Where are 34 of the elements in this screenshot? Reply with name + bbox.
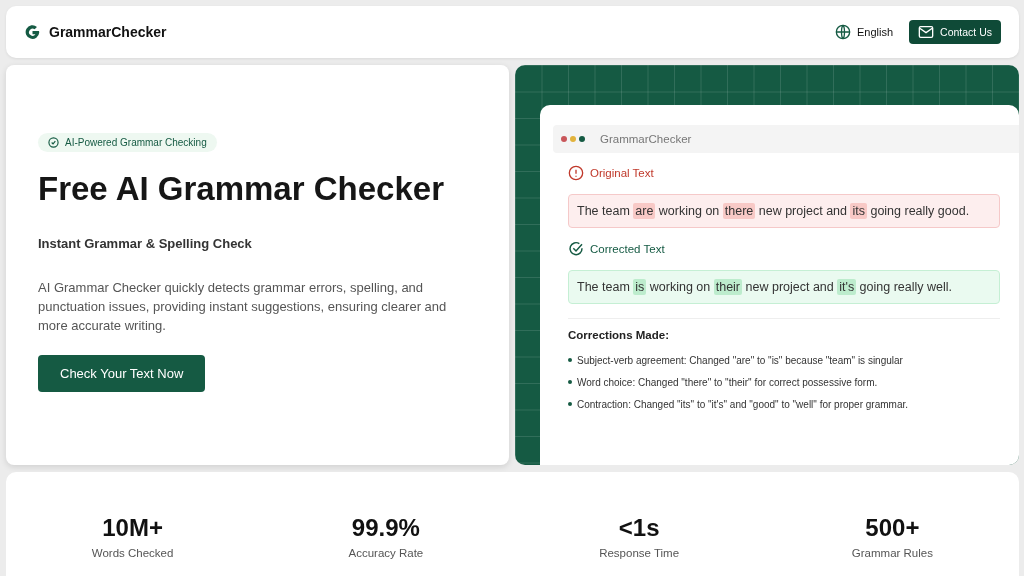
logo-icon xyxy=(24,23,41,41)
contact-button[interactable]: Contact Us xyxy=(909,20,1001,44)
correction-note: Contraction: Changed "its" to "it's" and "good" to "well" for proper grammar. xyxy=(577,398,909,410)
check-text-button[interactable]: Check Your Text Now xyxy=(38,355,206,392)
alert-icon xyxy=(568,165,584,181)
badge-text: AI-Powered Grammar Checking xyxy=(65,137,207,148)
correction-note: Word choice: Changed "there" to "their" for correct possessive form. xyxy=(577,376,878,388)
stat-value: 500+ xyxy=(865,514,920,542)
stat-value: 99.9% xyxy=(351,514,420,542)
hero-title: Free AI Grammar Checker xyxy=(38,170,445,208)
stat-label: Words Checked xyxy=(91,547,174,559)
corrected-text-label: Corrected Text xyxy=(590,243,665,255)
check-circle-icon xyxy=(568,241,584,257)
correction-note: Subject-verb agreement: Changed "are" to "is" because "team" is singular xyxy=(577,354,903,366)
stat-label: Grammar Rules xyxy=(851,547,933,559)
bullet-icon xyxy=(568,380,572,384)
bullet-icon xyxy=(568,402,572,406)
globe-icon xyxy=(835,24,851,40)
corrections-heading: Corrections Made: xyxy=(568,329,670,341)
stat-label: Response Time xyxy=(599,547,680,559)
language-selector[interactable]: English xyxy=(829,23,900,41)
hero-description: AI Grammar Checker quickly detects grammar errors, spelling, and punctuation issues, providing instant suggestions, ensuring clearer and more accurate writing. xyxy=(38,279,448,335)
mail-icon xyxy=(918,25,935,39)
check-circle-icon xyxy=(48,137,59,148)
hero-subtitle: Instant Grammar & Spelling Check xyxy=(38,236,253,251)
original-text-label: Original Text xyxy=(590,167,654,179)
stat-value: 10M+ xyxy=(102,514,163,542)
corrected-sentence: The team is working on their new project and it's going really well. xyxy=(568,270,1000,304)
brand-name: GrammarChecker xyxy=(49,24,167,40)
stat-value: <1s xyxy=(618,514,660,542)
original-sentence: The team are working on there new project and its going really good. xyxy=(568,194,1000,228)
window-title: GrammarChecker xyxy=(600,133,692,145)
bullet-icon xyxy=(568,358,572,362)
stat-label: Accuracy Rate xyxy=(348,547,424,559)
